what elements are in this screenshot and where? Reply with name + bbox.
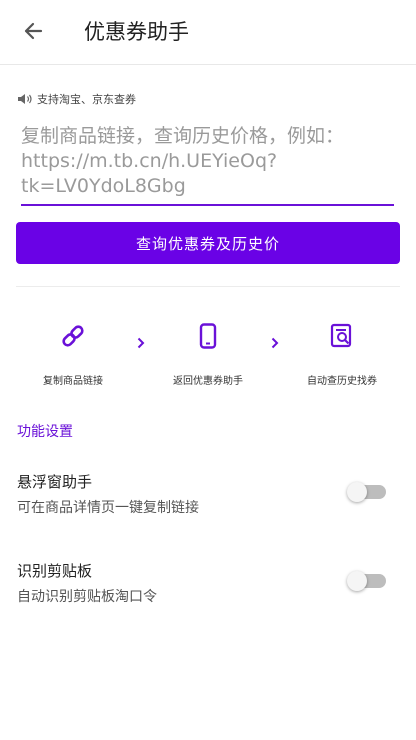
floating-window-toggle[interactable] (347, 482, 386, 502)
back-button[interactable] (16, 14, 50, 48)
hint-text: 支持淘宝、京东查券 (37, 93, 136, 106)
divider (16, 286, 400, 287)
query-coupon-button[interactable]: 查询优惠券及历史价 (16, 222, 400, 264)
link-icon (62, 325, 84, 347)
setting-clipboard: 识别剪贴板 自动识别剪贴板淘口令 (17, 561, 400, 611)
setting-title: 悬浮窗助手 (17, 473, 93, 491)
chevron-right-icon (135, 336, 147, 350)
setting-title: 识别剪贴板 (17, 562, 93, 580)
setting-floating-window: 悬浮窗助手 可在商品详情页一键复制链接 (17, 472, 400, 522)
step-label: 复制商品链接 (43, 376, 103, 387)
step-return-app: 返回优惠券助手 (148, 322, 268, 387)
step-auto-search: 自动查历史找券 (282, 322, 402, 387)
toggle-knob (347, 571, 367, 591)
page-title: 优惠券助手 (84, 20, 189, 44)
section-title-settings: 功能设置 (17, 424, 73, 440)
setting-description: 自动识别剪贴板淘口令 (17, 589, 157, 605)
arrow-back-icon (24, 22, 43, 40)
setting-description: 可在商品详情页一键复制链接 (17, 500, 199, 516)
step-label: 自动查历史找券 (307, 376, 377, 387)
clipboard-toggle[interactable] (347, 571, 386, 591)
phone-icon (199, 323, 217, 349)
app-bar: 优惠券助手 (0, 0, 416, 65)
step-label: 返回优惠券助手 (173, 376, 243, 387)
search-document-icon (330, 323, 352, 348)
speaker-icon (18, 94, 32, 104)
toggle-knob (347, 482, 367, 502)
step-copy-link: 复制商品链接 (13, 322, 133, 387)
supported-platforms-hint: 支持淘宝、京东查券 (17, 90, 136, 108)
product-link-input[interactable] (21, 124, 394, 206)
chevron-right-icon (269, 336, 281, 350)
